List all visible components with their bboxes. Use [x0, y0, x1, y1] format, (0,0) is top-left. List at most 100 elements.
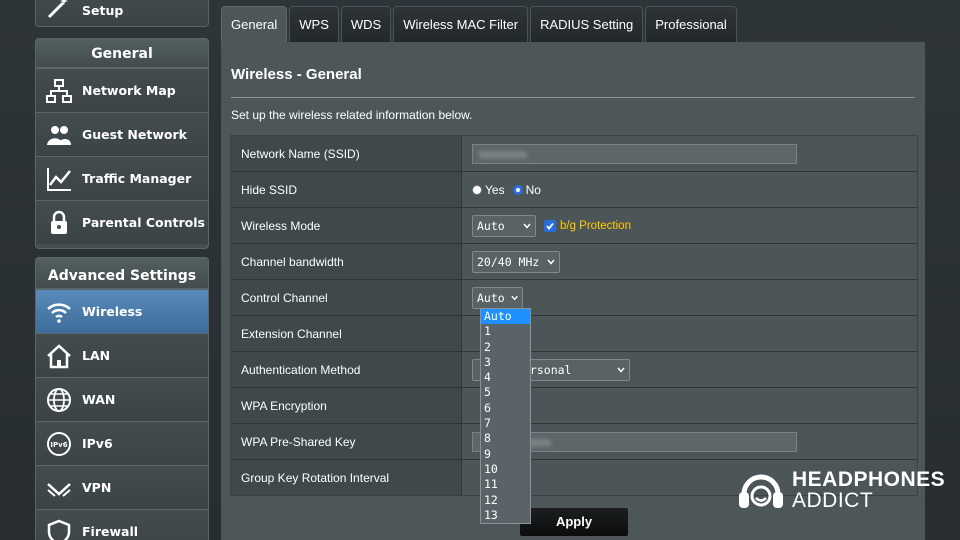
row-hide-ssid: Hide SSID Yes No	[231, 172, 917, 208]
sidebar-item-label: LAN	[82, 348, 111, 363]
globe-icon	[36, 378, 82, 421]
tab-wps[interactable]: WPS	[289, 6, 339, 43]
wifi-icon	[36, 290, 82, 333]
watermark-line-1: HEADPHONES	[792, 468, 946, 491]
main-panel: Wireless - General Set up the wireless r…	[221, 42, 925, 540]
wand-icon	[36, 0, 82, 19]
channel-option-2[interactable]: 2	[481, 340, 530, 355]
wireless-mode-select[interactable]: Auto	[472, 214, 536, 237]
router-admin-page: Setup General Network Map Guest Network …	[0, 0, 960, 540]
sidebar-item-guest-network[interactable]: Guest Network	[36, 112, 208, 156]
channel-option-5[interactable]: 5	[481, 385, 530, 400]
page-description: Set up the wireless related information …	[231, 108, 473, 122]
sidebar-item-ipv6[interactable]: IPv6 IPv6	[36, 421, 208, 465]
sidebar-setup-box: Setup	[35, 0, 209, 27]
tab-wireless-mac-filter[interactable]: Wireless MAC Filter	[393, 6, 529, 43]
hide-ssid-yes-radio[interactable]: Yes	[472, 183, 505, 197]
traffic-chart-icon	[36, 157, 82, 200]
chevron-down-icon	[523, 223, 531, 229]
vpn-icon	[36, 466, 82, 509]
tab-radius-setting[interactable]: RADIUS Setting	[530, 6, 644, 43]
sidebar-item-label: Traffic Manager	[82, 171, 192, 186]
sidebar-item-label: WAN	[82, 392, 116, 407]
no-label: No	[525, 182, 541, 197]
shield-icon	[36, 510, 82, 540]
channel-option-3[interactable]: 3	[481, 355, 530, 370]
channel-option-12[interactable]: 12	[481, 493, 530, 508]
network-map-icon	[36, 69, 82, 112]
channel-option-1[interactable]: 1	[481, 324, 530, 339]
channel-option-9[interactable]: 9	[481, 447, 530, 462]
sidebar-item-label: Network Map	[82, 83, 176, 98]
sidebar-item-label: Wireless	[82, 304, 143, 319]
sidebar-item-label: Guest Network	[82, 127, 187, 142]
tab-wds[interactable]: WDS	[340, 6, 392, 43]
extension-channel-label: Extension Channel	[231, 316, 462, 351]
sidebar-item-wan[interactable]: WAN	[36, 377, 208, 421]
row-extension-channel: Extension Channel	[231, 316, 917, 352]
bg-protection-label: b/g Protection	[560, 219, 631, 232]
guest-users-icon	[36, 113, 82, 156]
control-channel-value: Auto	[477, 290, 505, 305]
sidebar-item-parental-controls[interactable]: Parental Controls	[36, 200, 208, 244]
tab-bar: General WPS WDS Wireless MAC Filter RADI…	[221, 6, 739, 43]
radio-dot	[472, 184, 482, 195]
row-wpa-key: WPA Pre-Shared Key xxxx	[231, 424, 917, 460]
lock-icon	[36, 201, 82, 244]
sidebar-item-setup[interactable]: Setup	[36, 0, 208, 26]
wireless-mode-value: Auto	[477, 218, 505, 233]
row-auth-method: Authentication Method ersonal	[231, 352, 917, 388]
sidebar-item-lan[interactable]: LAN	[36, 333, 208, 377]
channel-bandwidth-select[interactable]: 20/40 MHz	[472, 250, 560, 273]
wireless-settings-form: Network Name (SSID) xxxxxxxx Hide SSID Y…	[230, 135, 918, 496]
sidebar-item-wireless[interactable]: Wireless	[36, 289, 208, 333]
control-channel-select[interactable]: Auto	[472, 286, 523, 309]
sidebar-item-label: IPv6	[82, 436, 113, 451]
row-ssid: Network Name (SSID) xxxxxxxx	[231, 136, 917, 172]
channel-option-7[interactable]: 7	[481, 416, 530, 431]
channel-option-10[interactable]: 10	[481, 462, 530, 477]
watermark-text: HEADPHONES ADDICT	[792, 469, 945, 511]
control-channel-label: Control Channel	[231, 280, 462, 315]
wireless-mode-label: Wireless Mode	[231, 208, 462, 243]
tab-general[interactable]: General	[221, 6, 288, 43]
chevron-down-icon	[511, 295, 518, 300]
channel-option-auto[interactable]: Auto	[481, 309, 530, 325]
channel-option-11[interactable]: 11	[481, 477, 530, 492]
sidebar-item-label: Setup	[82, 3, 124, 18]
sidebar-advanced-box: Advanced Settings Wireless LAN WAN IPv6 …	[35, 257, 209, 540]
sidebar-item-label: Parental Controls	[82, 215, 205, 230]
row-channel-bandwidth: Channel bandwidth 20/40 MHz	[231, 244, 917, 280]
hide-ssid-no-radio[interactable]: No	[512, 182, 541, 197]
group-key-label: Group Key Rotation Interval	[231, 460, 462, 495]
sidebar-item-network-map[interactable]: Network Map	[36, 68, 208, 112]
channel-option-13[interactable]: 13	[481, 508, 530, 523]
sidebar-item-traffic-manager[interactable]: Traffic Manager	[36, 156, 208, 200]
apply-button[interactable]: Apply	[519, 507, 629, 537]
sidebar-item-firewall[interactable]: Firewall	[36, 509, 208, 540]
sidebar-general-header: General	[36, 39, 208, 68]
home-icon	[36, 334, 82, 377]
ssid-value: xxxxxxxx	[479, 146, 527, 161]
row-wpa-encryption: WPA Encryption	[231, 388, 917, 424]
sidebar-item-vpn[interactable]: VPN	[36, 465, 208, 509]
bg-protection-checkbox[interactable]	[544, 219, 556, 232]
title-divider	[231, 97, 915, 98]
channel-option-4[interactable]: 4	[481, 370, 530, 385]
control-channel-dropdown: Auto 1 2 3 4 5 6 7 8 9 10 11 12 13	[480, 308, 531, 524]
ssid-input[interactable]: xxxxxxxx	[472, 143, 797, 164]
radio-dot-selected	[512, 184, 523, 195]
watermark-line-2: ADDICT	[792, 489, 874, 512]
checkmark-icon	[546, 222, 554, 230]
svg-text:IPv6: IPv6	[50, 441, 67, 449]
row-wireless-mode: Wireless Mode Auto b/g Protection	[231, 208, 917, 244]
channel-option-8[interactable]: 8	[481, 431, 530, 446]
sidebar-advanced-header: Advanced Settings	[36, 258, 208, 289]
yes-label: Yes	[485, 182, 505, 197]
headphones-addict-watermark: HEADPHONES ADDICT	[736, 468, 945, 512]
channel-option-6[interactable]: 6	[481, 401, 530, 416]
channel-bandwidth-label: Channel bandwidth	[231, 244, 462, 279]
chevron-down-icon	[617, 367, 625, 373]
tab-professional[interactable]: Professional	[645, 6, 737, 43]
sidebar-item-label: VPN	[82, 480, 112, 495]
